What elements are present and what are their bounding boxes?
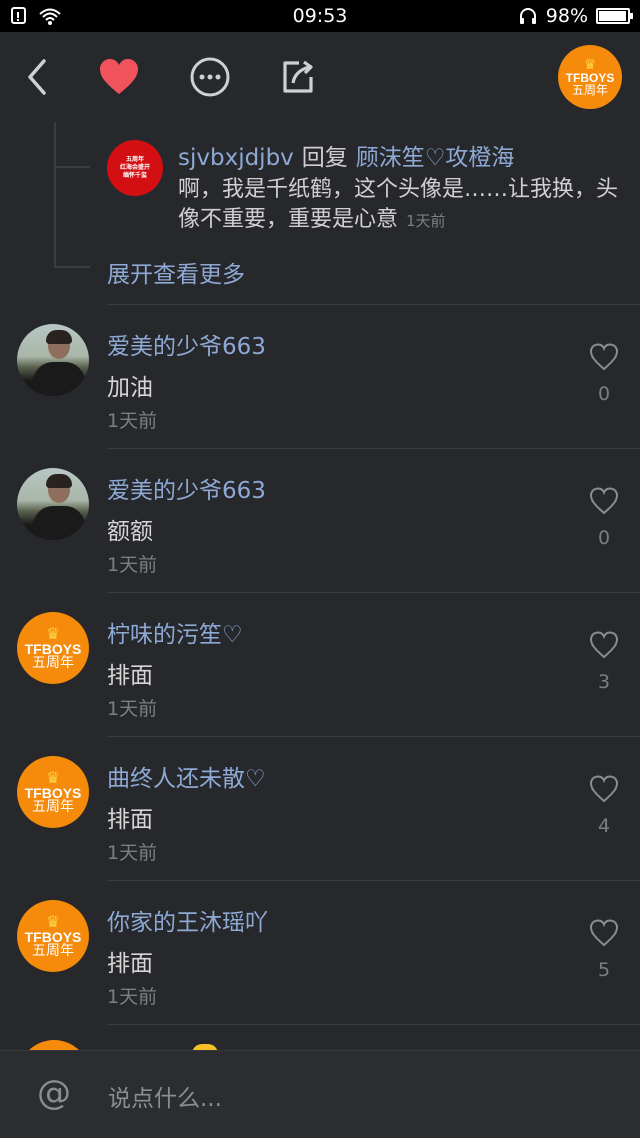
comment-like-button[interactable]: 0 [584,487,624,549]
comment-like-button[interactable]: 4 [584,775,624,837]
like-count: 0 [597,383,611,405]
heart-outline-icon [589,343,619,371]
comment-like-button[interactable]: 3 [584,631,624,693]
commenter-name[interactable]: 你家的王沐瑶吖 [107,903,268,937]
reply-text: 啊，我是千纸鹤，这个头像是……让我换，头像不重要，重要是心意 1天前 [178,177,619,232]
comment-item[interactable]: ♛ TFBOYS 五周年 曲终人还未散♡ 排面 1天前 4 [17,736,640,880]
comment-time: 1天前 [107,554,158,576]
comment-text: 排面 [107,663,153,689]
thread-line [54,122,56,268]
heart-icon [100,59,138,94]
notification-icon [11,7,26,24]
like-count: 4 [597,815,611,837]
reply-avatar[interactable]: 五周年 红海会盛开 缅怀千玺 [107,140,163,196]
thread-connector [54,266,90,268]
share-button[interactable] [274,54,320,100]
commenter-name[interactable]: 柠味的污笙♡ [107,615,243,649]
crown-icon: ♛ [45,912,61,931]
reply-header: sjvbxjdjbv 回复 顾沫笙♡攻橙海 [178,138,514,172]
comment-text: 额额 [107,519,153,545]
comment-text: 加油 [107,375,153,401]
comment-input[interactable]: 说点什么... [108,1079,222,1113]
heart-outline-icon [589,775,619,803]
comment-item[interactable]: 爱美的少爷663 额额 1天前 0 [17,448,640,592]
reply-target-username[interactable]: 顾沫笙♡攻橙海 [356,145,515,171]
comment-text: 排面 [107,951,153,977]
like-count: 5 [597,959,611,981]
more-button[interactable] [187,54,233,100]
comment-item[interactable]: ♛ TFBOYS 五周年 柠味的污笙♡ 排面 1天前 3 [17,592,640,736]
reply-label: 回复 [301,145,348,171]
comment-item[interactable]: 爱美的少爷663 加油 1天前 0 [17,304,640,448]
commenter-avatar[interactable] [17,468,89,540]
at-mention-icon[interactable]: @ [36,1075,72,1111]
like-count: 3 [597,671,611,693]
heart-outline-icon [589,631,619,659]
crown-icon: ♛ [45,768,61,787]
commenter-avatar[interactable]: ♛ TFBOYS 五周年 [17,612,89,684]
headphones-icon [519,8,536,24]
comment-like-button[interactable]: 0 [584,343,624,405]
back-button[interactable] [14,54,60,100]
user-avatar[interactable]: ♛ TFBOYS 五周年 [558,45,622,109]
commenter-name[interactable]: 爱美的少爷663 [107,471,266,505]
commenter-avatar[interactable] [17,324,89,396]
status-bar: 09:53 98% [0,0,640,32]
comment-time: 1天前 [107,986,158,1008]
heart-outline-icon [589,487,619,515]
comment-time: 1天前 [107,410,158,432]
comment-item[interactable]: ♛ TFBOYS 五周年 你家的王沐瑶吖 排面 1天前 5 [17,880,640,1024]
comment-time: 1天前 [107,842,158,864]
wifi-icon [39,8,61,25]
like-count: 0 [597,527,611,549]
battery-icon [596,8,633,24]
like-button[interactable] [96,54,142,100]
battery-percent: 98% [545,5,588,27]
comment-time: 1天前 [107,698,158,720]
chevron-left-icon [28,59,46,95]
heart-outline-icon [589,919,619,947]
comment-list: 爱美的少爷663 加油 1天前 0 爱美的少爷663 额额 1天前 0 ♛ TF… [0,304,640,1064]
crown-icon: ♛ [45,624,61,643]
comment-text: 排面 [107,807,153,833]
reply-username[interactable]: sjvbxjdjbv [178,145,294,171]
share-icon [283,60,313,93]
top-nav: ♛ TFBOYS 五周年 [0,32,640,122]
commenter-avatar[interactable]: ♛ TFBOYS 五周年 [17,756,89,828]
comment-like-button[interactable]: 5 [584,919,624,981]
commenter-name[interactable]: 爱美的少爷663 [107,327,266,361]
expand-more-link[interactable]: 展开查看更多 [107,255,245,289]
comment-input-bar: @ 说点什么... [0,1050,640,1138]
more-dots-icon [190,57,230,97]
thread-connector [54,166,90,168]
commenter-name[interactable]: 曲终人还未散♡ [107,759,266,793]
crown-icon: ♛ [583,57,597,73]
reply-time: 1天前 [406,212,446,230]
commenter-avatar[interactable]: ♛ TFBOYS 五周年 [17,900,89,972]
